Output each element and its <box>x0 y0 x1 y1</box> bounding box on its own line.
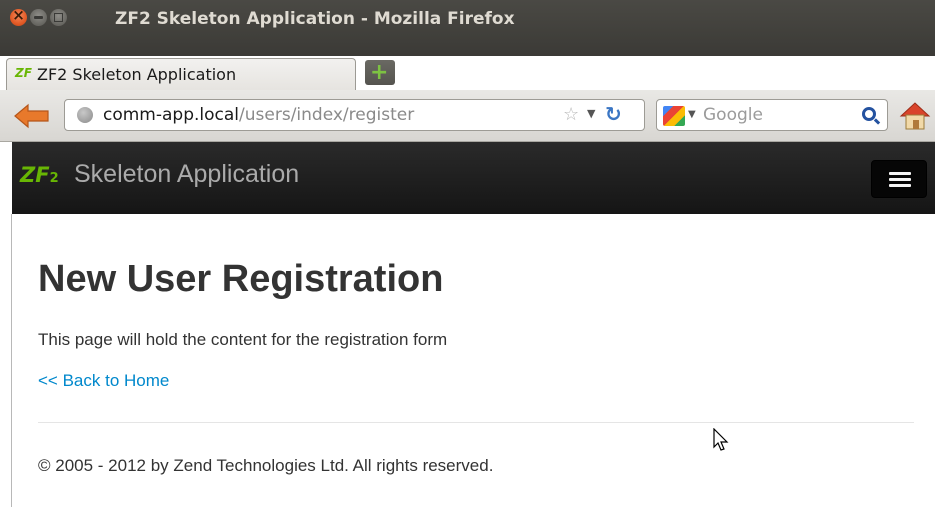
globe-icon <box>77 107 93 123</box>
home-icon <box>899 102 931 130</box>
window-title: ZF2 Skeleton Application - Mozilla Firef… <box>115 9 515 29</box>
menu-toggle-button[interactable] <box>871 160 927 198</box>
hamburger-line-icon <box>889 172 911 175</box>
search-placeholder: Google <box>703 105 763 125</box>
url-text[interactable]: comm-app.local/users/index/register <box>103 105 414 125</box>
logo-sub: 2 <box>49 171 59 186</box>
google-engine-icon[interactable] <box>663 106 685 126</box>
search-icon[interactable] <box>862 107 876 121</box>
home-button[interactable] <box>898 100 932 132</box>
logo-text: ZF <box>20 163 50 187</box>
footer-divider <box>38 422 914 423</box>
footer-copyright: © 2005 - 2012 by Zend Technologies Ltd. … <box>38 456 494 475</box>
bookmark-star-icon[interactable]: ☆ <box>563 104 579 125</box>
back-arrow-icon <box>14 103 49 129</box>
page-title: New User Registration <box>38 258 444 300</box>
zf-logo-icon[interactable]: ZF2 <box>20 163 59 187</box>
plus-icon: + <box>370 60 389 85</box>
back-button[interactable] <box>12 102 52 130</box>
reload-icon[interactable]: ↻ <box>605 102 622 126</box>
engine-dropdown-icon[interactable]: ▼ <box>688 109 696 120</box>
new-tab-button[interactable]: + <box>365 60 395 85</box>
url-bar[interactable]: comm-app.local/users/index/register ☆ ▼ … <box>64 99 645 131</box>
back-to-home-link[interactable]: << Back to Home <box>38 371 169 391</box>
history-dropdown-icon[interactable]: ▼ <box>587 107 595 120</box>
hamburger-line-icon <box>889 184 911 187</box>
window-maximize-icon[interactable] <box>50 9 67 26</box>
hamburger-line-icon <box>889 178 911 181</box>
page-description: This page will hold the content for the … <box>38 330 448 349</box>
url-host: comm-app.local <box>103 105 240 125</box>
search-bar[interactable]: ▼ Google <box>656 99 888 131</box>
zf-favicon-icon: ZF <box>15 66 32 80</box>
browser-tab[interactable]: ZF ZF2 Skeleton Application <box>6 58 356 90</box>
window-close-icon[interactable] <box>10 6 27 26</box>
window-titlebar: ZF2 Skeleton Application - Mozilla Firef… <box>0 0 935 56</box>
window-minimize-icon[interactable] <box>30 9 47 26</box>
site-brand-link[interactable]: Skeleton Application <box>74 160 299 189</box>
url-path: /users/index/register <box>239 105 415 125</box>
mouse-pointer-icon <box>713 428 729 451</box>
navigation-toolbar: comm-app.local/users/index/register ☆ ▼ … <box>0 90 935 142</box>
tab-title: ZF2 Skeleton Application <box>37 65 237 84</box>
site-navbar: ZF2 Skeleton Application <box>12 142 935 214</box>
